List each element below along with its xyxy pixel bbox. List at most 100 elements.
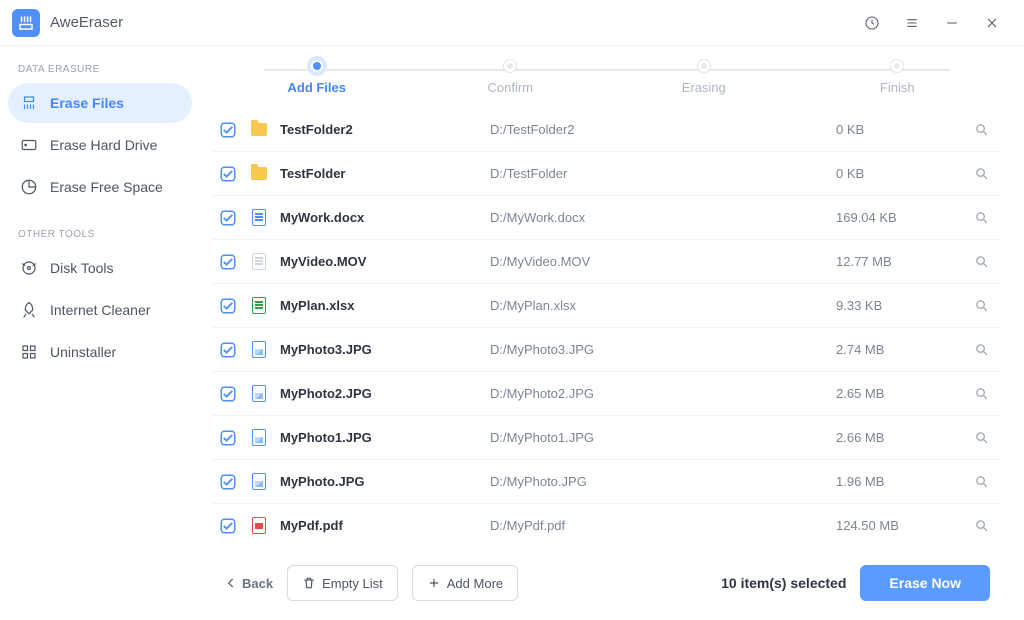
file-checkbox[interactable]	[218, 120, 238, 140]
file-icon	[248, 253, 270, 270]
menu-button[interactable]	[892, 3, 932, 43]
apps-icon	[20, 343, 38, 361]
file-name: MyVideo.MOV	[280, 254, 480, 269]
sidebar-item-label: Erase Hard Drive	[50, 137, 157, 153]
back-button[interactable]: Back	[224, 576, 273, 591]
preview-button[interactable]	[966, 430, 996, 445]
file-path: D:/MyPdf.pdf	[490, 518, 826, 533]
file-icon	[248, 341, 270, 358]
pie-icon	[20, 178, 38, 196]
preview-button[interactable]	[966, 474, 996, 489]
preview-button[interactable]	[966, 386, 996, 401]
file-size: 9.33 KB	[836, 298, 956, 313]
sidebar-section-other-tools: OTHER TOOLS	[6, 221, 194, 246]
file-checkbox[interactable]	[218, 164, 238, 184]
step-erasing: Erasing	[607, 60, 801, 95]
sidebar-item-erase-free-space[interactable]: Erase Free Space	[8, 167, 192, 207]
file-name: TestFolder2	[280, 122, 480, 137]
preview-button[interactable]	[966, 298, 996, 313]
sidebar: DATA ERASURE Erase Files Erase Hard Drive…	[0, 46, 200, 620]
history-button[interactable]	[852, 3, 892, 43]
add-more-button[interactable]: Add More	[412, 565, 518, 601]
step-label: Add Files	[287, 80, 346, 95]
file-size: 12.77 MB	[836, 254, 956, 269]
file-size: 0 KB	[836, 122, 956, 137]
sidebar-item-label: Erase Free Space	[50, 179, 163, 195]
preview-button[interactable]	[966, 210, 996, 225]
file-checkbox[interactable]	[218, 428, 238, 448]
sidebar-item-erase-hard-drive[interactable]: Erase Hard Drive	[8, 125, 192, 165]
file-size: 2.65 MB	[836, 386, 956, 401]
titlebar: AweEraser	[0, 0, 1024, 46]
sidebar-item-label: Erase Files	[50, 95, 124, 111]
add-more-label: Add More	[447, 576, 503, 591]
file-checkbox[interactable]	[218, 208, 238, 228]
file-size: 0 KB	[836, 166, 956, 181]
disktool-icon	[20, 259, 38, 277]
erase-now-label: Erase Now	[889, 575, 961, 591]
sidebar-item-uninstaller[interactable]: Uninstaller	[8, 332, 192, 372]
file-name: MyPdf.pdf	[280, 518, 480, 533]
file-path: D:/MyPhoto3.JPG	[490, 342, 826, 357]
file-list: TestFolder2D:/TestFolder20 KBTestFolderD…	[200, 108, 1014, 546]
step-dot-icon	[891, 60, 903, 72]
step-dot-icon	[698, 60, 710, 72]
file-icon	[248, 517, 270, 534]
file-path: D:/MyPhoto2.JPG	[490, 386, 826, 401]
shredder-icon	[20, 94, 38, 112]
preview-button[interactable]	[966, 122, 996, 137]
selected-count: 10 item(s) selected	[721, 575, 846, 591]
preview-button[interactable]	[966, 342, 996, 357]
sidebar-item-erase-files[interactable]: Erase Files	[8, 83, 192, 123]
step-dot-icon	[311, 60, 323, 72]
file-name: MyPhoto1.JPG	[280, 430, 480, 445]
file-path: D:/MyPlan.xlsx	[490, 298, 826, 313]
file-checkbox[interactable]	[218, 296, 238, 316]
minimize-button[interactable]	[932, 3, 972, 43]
file-path: D:/MyPhoto.JPG	[490, 474, 826, 489]
step-confirm: Confirm	[414, 60, 608, 95]
sidebar-item-disk-tools[interactable]: Disk Tools	[8, 248, 192, 288]
sidebar-item-label: Uninstaller	[50, 344, 116, 360]
sidebar-item-internet-cleaner[interactable]: Internet Cleaner	[8, 290, 192, 330]
file-name: MyPhoto.JPG	[280, 474, 480, 489]
file-name: MyPhoto2.JPG	[280, 386, 480, 401]
file-checkbox[interactable]	[218, 384, 238, 404]
close-button[interactable]	[972, 3, 1012, 43]
empty-list-button[interactable]: Empty List	[287, 565, 398, 601]
step-label: Finish	[880, 80, 915, 95]
file-row: TestFolder2D:/TestFolder20 KB	[212, 108, 1002, 152]
file-row: MyPhoto.JPGD:/MyPhoto.JPG1.96 MB	[212, 460, 1002, 504]
file-size: 2.74 MB	[836, 342, 956, 357]
app-title: AweEraser	[50, 14, 123, 31]
step-label: Erasing	[682, 80, 726, 95]
main-panel: Add Files Confirm Erasing Finish TestFolder…	[200, 46, 1024, 620]
file-checkbox[interactable]	[218, 472, 238, 492]
progress-stepper: Add Files Confirm Erasing Finish	[200, 46, 1014, 108]
folder-icon	[248, 123, 270, 136]
erase-now-button[interactable]: Erase Now	[860, 565, 990, 601]
file-path: D:/MyWork.docx	[490, 210, 826, 225]
step-label: Confirm	[487, 80, 533, 95]
preview-button[interactable]	[966, 254, 996, 269]
file-name: MyPlan.xlsx	[280, 298, 480, 313]
preview-button[interactable]	[966, 166, 996, 181]
folder-icon	[248, 167, 270, 180]
file-name: MyWork.docx	[280, 210, 480, 225]
app-logo-icon	[12, 9, 40, 37]
file-row: MyPhoto2.JPG D:/MyPhoto2.JPG 2.65 MB	[212, 372, 1002, 416]
sidebar-item-label: Disk Tools	[50, 260, 114, 276]
file-row: MyWork.docxD:/MyWork.docx169.04 KB	[212, 196, 1002, 240]
step-add-files: Add Files	[220, 60, 414, 95]
file-row: MyPhoto1.JPGD:/MyPhoto1.JPG2.66 MB	[212, 416, 1002, 460]
file-row: MyPhoto3.JPGD:/MyPhoto3.JPG2.74 MB	[212, 328, 1002, 372]
file-name: TestFolder	[280, 166, 480, 181]
file-checkbox[interactable]	[218, 252, 238, 272]
file-checkbox[interactable]	[218, 516, 238, 536]
preview-button[interactable]	[966, 518, 996, 533]
file-checkbox[interactable]	[218, 340, 238, 360]
hdd-icon	[20, 136, 38, 154]
step-finish: Finish	[801, 60, 995, 95]
footer-bar: Back Empty List Add More 10 item(s) sele…	[200, 546, 1014, 620]
sidebar-section-data-erasure: DATA ERASURE	[6, 56, 194, 81]
